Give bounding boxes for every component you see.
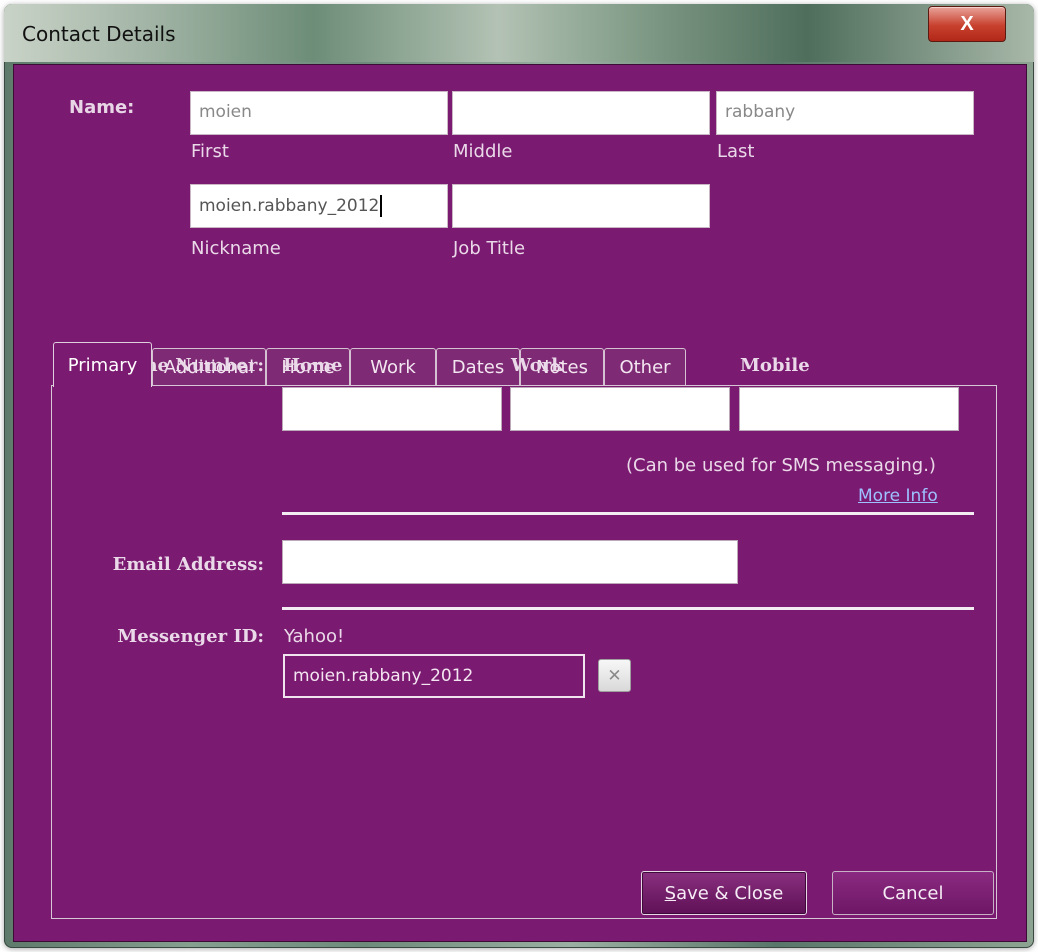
name-label: Name: <box>69 97 135 118</box>
phone-home-input[interactable] <box>282 387 502 431</box>
last-name-input[interactable]: rabbany <box>716 91 974 135</box>
phone-home-header: Home <box>283 355 343 376</box>
phone-divider <box>282 512 974 515</box>
nickname-input[interactable]: moien.rabbany_2012 <box>190 184 448 228</box>
text-caret <box>380 195 383 217</box>
close-icon: ✕ <box>607 665 622 685</box>
save-and-close-button[interactable]: Save & Close <box>641 871 807 915</box>
email-divider <box>282 607 974 610</box>
tab-work[interactable]: Work <box>350 348 436 386</box>
nickname-caption: Nickname <box>191 238 281 259</box>
phone-work-header: Work <box>511 355 564 376</box>
title-bar: Contact Details X <box>4 4 1034 62</box>
last-caption: Last <box>717 141 755 162</box>
first-caption: First <box>191 141 229 162</box>
close-icon: X <box>960 12 974 35</box>
tab-primary[interactable]: Primary <box>53 342 152 387</box>
first-name-input[interactable]: moien <box>190 91 448 135</box>
email-address-input[interactable] <box>282 540 738 584</box>
job-title-input[interactable] <box>452 184 710 228</box>
dialog-body: Name: moien rabbany First Middle Last mo… <box>13 64 1027 942</box>
cancel-button[interactable]: Cancel <box>832 871 994 915</box>
remove-messenger-button[interactable]: ✕ <box>598 659 631 692</box>
close-window-button[interactable]: X <box>928 6 1006 42</box>
messenger-service-label: Yahoo! <box>284 626 345 647</box>
tab-other[interactable]: Other <box>604 348 686 386</box>
contact-details-window: Contact Details X Name: moien rabbany Fi… <box>4 4 1034 948</box>
middle-name-input[interactable] <box>452 91 710 135</box>
more-info-link[interactable]: More Info <box>858 486 938 506</box>
middle-caption: Middle <box>453 141 513 162</box>
phone-work-input[interactable] <box>510 387 730 431</box>
phone-mobile-header: Mobile <box>740 355 810 376</box>
tab-dates[interactable]: Dates <box>436 348 520 386</box>
phone-mobile-input[interactable] <box>739 387 959 431</box>
sms-note: (Can be used for SMS messaging.) <box>626 455 936 476</box>
window-title: Contact Details <box>22 22 176 46</box>
messenger-id-label: Messenger ID: <box>117 626 264 647</box>
messenger-id-input[interactable]: moien.rabbany_2012 <box>283 654 585 698</box>
job-title-caption: Job Title <box>453 238 526 259</box>
save-label: ave & Close <box>676 882 784 904</box>
save-mnemonic: S <box>664 882 677 904</box>
nickname-value: moien.rabbany_2012 <box>199 196 380 216</box>
email-address-label: Email Address: <box>112 554 264 575</box>
